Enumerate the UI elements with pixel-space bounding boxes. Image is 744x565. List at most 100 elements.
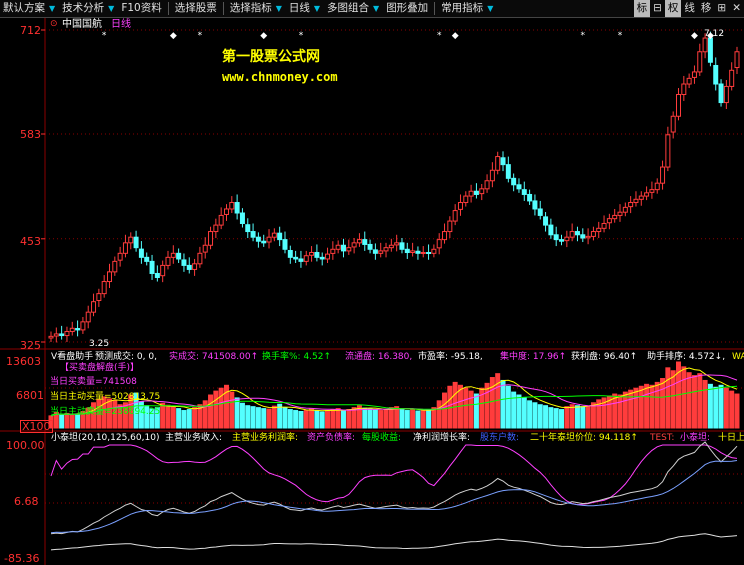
volume-bar (516, 394, 522, 429)
vol-header-9: WA (732, 352, 744, 362)
volume-bar (388, 407, 394, 429)
candle-body (176, 252, 182, 260)
volume-bar (564, 406, 570, 429)
candle-body (378, 250, 384, 254)
volume-bar (686, 372, 692, 429)
volume-bar (255, 407, 261, 429)
candle-body (202, 244, 208, 253)
volume-bar (346, 409, 352, 429)
vol-y-tick-top: 13603 (6, 355, 41, 368)
y-tick-453: 453 (20, 235, 41, 248)
candle-body (149, 260, 155, 274)
candle-body (351, 242, 357, 248)
candle-body (213, 224, 219, 233)
volume-bar (622, 391, 628, 429)
volume-bar (213, 390, 219, 429)
volume-bar (282, 407, 288, 429)
candle-body (293, 256, 299, 260)
volume-bar (415, 410, 421, 429)
volume-bar (452, 381, 458, 429)
volume-bar (654, 381, 660, 429)
volume-bar (277, 403, 283, 429)
candle-body (468, 190, 474, 197)
candle-body (309, 252, 315, 256)
candle-body (420, 252, 426, 255)
volume-bar (617, 394, 623, 429)
candle-body (505, 164, 511, 179)
candle-body (718, 83, 724, 104)
candle-body (495, 156, 501, 171)
candle-body (266, 236, 272, 243)
y-tick-325: 325 (20, 339, 41, 352)
candle-body (580, 234, 586, 239)
candle-body (165, 256, 171, 266)
candle-body (245, 224, 251, 233)
volume-bar (436, 400, 442, 429)
ind-header-8: TEST: (650, 433, 675, 443)
volume-bar (298, 411, 304, 429)
candle-body (686, 77, 692, 85)
candle-body (665, 134, 671, 168)
volume-bar (404, 410, 410, 429)
vol-line-1: 当日主动买量=502813.75 (50, 392, 161, 402)
candle-body (112, 260, 118, 273)
ind-header-2: 主营业务利润率: (232, 433, 299, 443)
volume-bar (548, 407, 554, 429)
candle-body (660, 166, 666, 184)
candle-body (133, 236, 139, 249)
volume-bar (266, 408, 272, 429)
event-marker-icon: * (437, 31, 442, 41)
volume-bar (521, 397, 527, 429)
volume-bar (628, 389, 634, 429)
candle-body (617, 211, 623, 216)
volume-bar (697, 373, 703, 429)
stock-flag-icon: ⊙ (50, 19, 58, 29)
candle-body (117, 252, 123, 261)
event-marker-icon: ◆ (260, 31, 267, 41)
volume-bar (399, 408, 405, 429)
volume-bar (489, 377, 495, 429)
candle-body (271, 232, 277, 238)
candle-body (261, 240, 267, 244)
candle-body (388, 244, 394, 249)
vol-header-8: 助手排序: 4.572↓, (647, 352, 726, 362)
grid (0, 18, 744, 565)
volume-bar (569, 404, 575, 429)
ind-header-4: 每股收益: (362, 433, 402, 443)
volume-bar (707, 383, 713, 429)
candle-body (192, 263, 198, 270)
volume-bar (580, 406, 586, 429)
candle-body (335, 244, 341, 250)
candle-body (537, 208, 543, 216)
candle-body (362, 239, 368, 245)
volume-bar (202, 400, 208, 429)
candle-body (229, 202, 235, 210)
candle-body (612, 214, 618, 220)
volume-bar (335, 408, 341, 429)
candle-body (287, 249, 293, 258)
candle-body (649, 189, 655, 193)
candle-body (85, 311, 91, 323)
volume-bar (245, 405, 251, 429)
volume-bar (442, 392, 448, 429)
candle-body (484, 180, 490, 190)
volume-bar (718, 384, 724, 429)
volume-bar (309, 408, 315, 429)
candle-body (64, 331, 70, 337)
candle-body (569, 231, 575, 238)
volume-bar (473, 393, 479, 429)
candle-body (181, 259, 187, 266)
volume-bar (229, 391, 235, 429)
ind-header-6: 股东户数: (480, 433, 520, 443)
candles (48, 31, 740, 343)
volume-bar (537, 404, 543, 429)
volume-bar (176, 408, 182, 429)
candle-body (452, 210, 458, 222)
volume-bar (410, 409, 416, 429)
volume-bar (670, 370, 676, 429)
candle-body (410, 250, 416, 254)
candle-body (218, 214, 224, 226)
candle-body (521, 189, 527, 195)
y-tick-712: 712 (20, 24, 41, 37)
volume-bar (543, 405, 549, 429)
